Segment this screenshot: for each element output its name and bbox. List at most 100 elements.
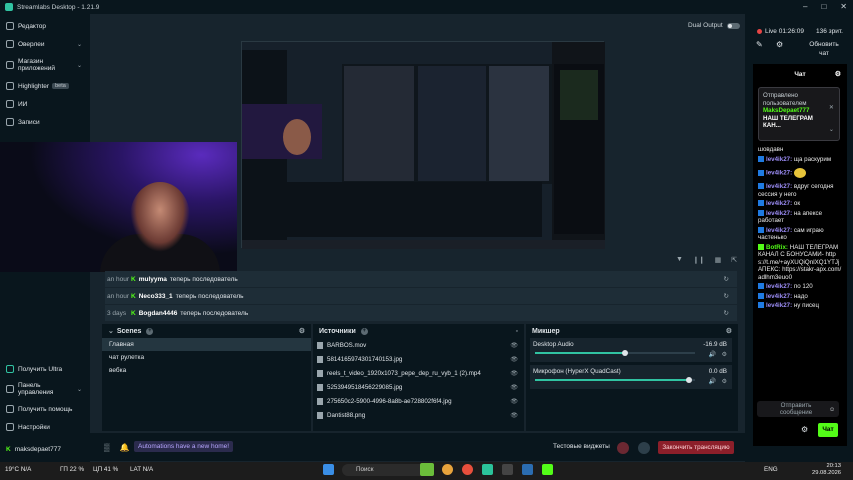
source-item[interactable]: 5253949518456229085.jpg 👁: [313, 380, 524, 394]
chat-input[interactable]: Отправить сообщение ☺: [757, 401, 839, 417]
visibility-icon[interactable]: 👁: [510, 342, 518, 349]
chat-users-icon[interactable]: ⚙: [835, 70, 841, 78]
minimize-icon[interactable]: –: [803, 2, 807, 11]
windows-start-icon[interactable]: [323, 464, 334, 475]
file-icon: [317, 341, 323, 349]
close-icon[interactable]: ✕: [840, 2, 847, 11]
sidebar-item-ai[interactable]: ИИ: [0, 95, 90, 113]
chevron-down-icon[interactable]: ⌄: [77, 62, 82, 69]
chevron-down-icon[interactable]: ⌄: [77, 41, 82, 48]
send-chat-button[interactable]: Чат: [818, 423, 838, 437]
discord-icon[interactable]: [522, 464, 533, 475]
badge-icon: [758, 183, 764, 190]
replay-icon[interactable]: ↻: [724, 275, 729, 283]
test-widgets-label[interactable]: Тестовые виджеты: [553, 443, 610, 450]
end-stream-button[interactable]: Закончить трансляцию: [658, 441, 734, 454]
sidebar-item-recordings[interactable]: Записи: [0, 113, 90, 131]
chat-header: Чат ⚙: [753, 64, 847, 84]
gear-icon[interactable]: ⚙: [776, 40, 783, 49]
visibility-icon[interactable]: 👁: [510, 384, 518, 391]
source-item[interactable]: reels_t_video_1920x1073_pepe_dep_ru_vyb_…: [313, 366, 524, 380]
replay-icon[interactable]: ↻: [724, 292, 729, 300]
volume-slider[interactable]: [535, 379, 695, 381]
source-item[interactable]: Dantist88.png 👁: [313, 408, 524, 422]
yandex-icon[interactable]: [462, 464, 473, 475]
folder-icon[interactable]: ▫: [516, 328, 518, 335]
pause-icon[interactable]: ❙❙: [693, 256, 705, 264]
gear-icon[interactable]: ⚙: [722, 378, 727, 385]
gear-icon[interactable]: ⚙: [722, 351, 727, 358]
sidebar-item-ultra[interactable]: Получить Ultra: [0, 360, 90, 378]
stream-preview[interactable]: [241, 41, 605, 249]
badge-icon: [758, 170, 764, 176]
sidebar-item-overlays[interactable]: Оверлеи ⌄: [0, 35, 90, 53]
record-icon[interactable]: [617, 442, 629, 454]
speaker-icon[interactable]: 🔊: [709, 351, 716, 358]
speaker-icon[interactable]: 🔊: [709, 378, 716, 385]
chrome-icon[interactable]: [442, 464, 453, 475]
sidebar-item-app-store[interactable]: Магазин приложений ⌄: [0, 53, 90, 77]
event-user: Neco333_1: [138, 292, 173, 300]
visibility-icon[interactable]: 👁: [510, 356, 518, 363]
replay-buffer-icon[interactable]: [638, 442, 650, 454]
scene-item[interactable]: вебка: [102, 364, 311, 377]
weather-widget[interactable]: 19°C N/A: [5, 466, 31, 473]
sidebar-item-highlighter[interactable]: Highlighter beta: [0, 77, 90, 95]
edit-icon[interactable]: ✎: [756, 40, 763, 49]
sidebar-item-account[interactable]: Kmaksdepaet777: [0, 440, 90, 458]
stats-icon[interactable]: ▒: [104, 443, 110, 452]
dual-output[interactable]: Dual Output: [688, 22, 740, 29]
chat-message: lev4ik27: сам играю частенько: [753, 226, 847, 243]
app-icon[interactable]: [502, 464, 513, 475]
emoji-icon[interactable]: ☺: [829, 406, 835, 413]
maximize-icon[interactable]: □: [821, 2, 826, 11]
streamlabs-icon[interactable]: [482, 464, 493, 475]
chat-message: lev4ik27: по 120: [753, 282, 847, 292]
add-scene-icon[interactable]: +: [146, 327, 154, 335]
sidebar-item-editor[interactable]: Редактор: [0, 17, 90, 35]
chevron-down-icon[interactable]: ⌄: [829, 126, 834, 134]
source-item[interactable]: BARBOS.mov 👁: [313, 338, 524, 352]
chat-message: lev4ik27: ну писец: [753, 301, 847, 311]
scene-settings-icon[interactable]: ⚙: [299, 327, 305, 335]
language-indicator[interactable]: ENG: [764, 466, 778, 473]
collapse-icon[interactable]: ⌄: [108, 327, 114, 335]
chat-settings-icon[interactable]: ⚙: [801, 425, 808, 434]
scene-label: Главная: [109, 341, 134, 348]
replay-icon[interactable]: ↻: [724, 309, 729, 317]
sidebar-item-help[interactable]: Получить помощь: [0, 400, 90, 418]
add-source-icon[interactable]: +: [360, 327, 368, 335]
expand-icon[interactable]: ⇱: [731, 256, 737, 264]
automation-notice[interactable]: Automations have a new home!: [134, 441, 234, 452]
notification-icon[interactable]: 🔔: [120, 443, 130, 452]
scene-item[interactable]: чат рулетка: [102, 351, 311, 364]
sidebar-item-settings[interactable]: Настройки: [0, 418, 90, 436]
chat-messages: шовдавн lev4ik27: ща раскурим lev4ik27: …: [753, 145, 847, 397]
source-item[interactable]: 5814165974301740153.jpg 👁: [313, 352, 524, 366]
kick-app-icon[interactable]: [542, 464, 553, 475]
clock[interactable]: 20:13 29.08.2026: [812, 463, 841, 477]
unpin-icon[interactable]: ✕: [829, 104, 834, 112]
chevron-down-icon[interactable]: ⌄: [77, 386, 82, 393]
store-icon: [6, 61, 14, 69]
visibility-icon[interactable]: 👁: [510, 370, 518, 377]
help-icon: [6, 405, 14, 413]
sidebar-item-dashboard[interactable]: Панель управления ⌄: [0, 378, 90, 400]
mixer-settings-icon[interactable]: ⚙: [726, 327, 732, 335]
kick-icon: K: [131, 275, 136, 283]
mixer-channel: Микрофон (HyperX QuadCast) 0.0 dB 🔊 ⚙: [530, 365, 732, 389]
visibility-icon[interactable]: 👁: [510, 398, 518, 405]
volume-knob[interactable]: [621, 350, 628, 356]
dual-output-toggle[interactable]: [726, 22, 740, 29]
event-text: теперь последователь: [169, 275, 238, 283]
layout-icon[interactable]: ▦: [715, 256, 722, 264]
volume-slider[interactable]: [535, 352, 695, 354]
message-user: lev4ik27:: [766, 283, 793, 290]
visibility-icon[interactable]: 👁: [510, 412, 518, 419]
filter-icon[interactable]: ▼: [676, 256, 683, 264]
scene-item[interactable]: Главная: [102, 338, 311, 351]
source-item[interactable]: 275650c2-5900-4996-8a8b-ae728802f6f4.jpg…: [313, 394, 524, 408]
message-text: ща раскурим: [793, 155, 832, 163]
volume-knob[interactable]: [685, 377, 692, 383]
refresh-chat-button[interactable]: Обновить чат: [806, 40, 842, 58]
